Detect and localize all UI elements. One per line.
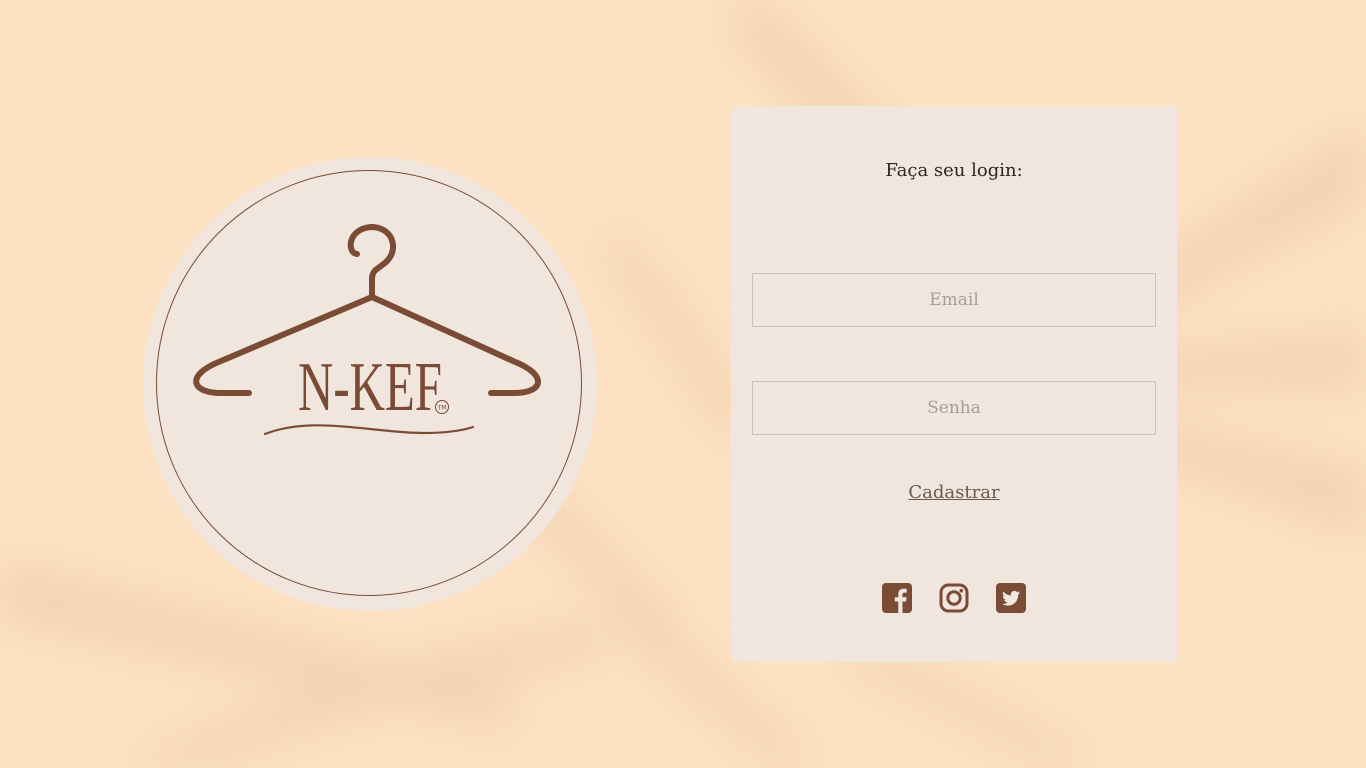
brand-logo: N-KEF TM bbox=[143, 157, 597, 611]
twitter-button[interactable] bbox=[996, 583, 1026, 613]
password-field[interactable] bbox=[752, 381, 1156, 435]
login-title: Faça seu login: bbox=[885, 160, 1023, 181]
facebook-icon bbox=[882, 583, 912, 613]
facebook-button[interactable] bbox=[882, 583, 912, 613]
brand-name: N-KEF bbox=[298, 349, 442, 426]
hanger-icon: N-KEF TM bbox=[193, 223, 541, 436]
login-card: Faça seu login: Cadastrar bbox=[731, 106, 1177, 662]
instagram-button[interactable] bbox=[939, 583, 969, 613]
trademark-mark: TM bbox=[437, 405, 447, 412]
email-field[interactable] bbox=[752, 273, 1156, 327]
register-link[interactable]: Cadastrar bbox=[731, 482, 1177, 503]
twitter-icon bbox=[996, 583, 1026, 613]
instagram-icon bbox=[939, 583, 969, 613]
